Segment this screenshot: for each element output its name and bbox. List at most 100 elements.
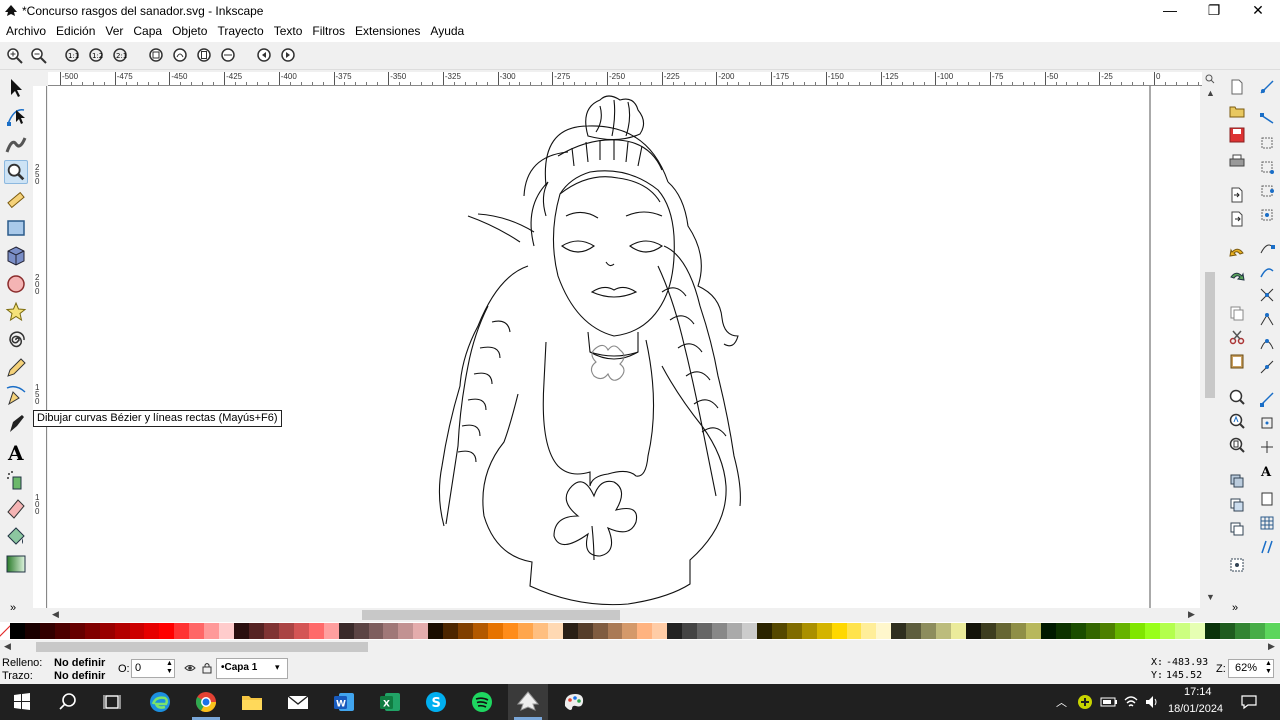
- vertical-scroll-thumb[interactable]: [1205, 272, 1215, 398]
- zoom-next-icon[interactable]: [280, 47, 298, 65]
- palette-swatch[interactable]: [906, 623, 922, 639]
- paste-icon[interactable]: [1228, 352, 1246, 370]
- palette-swatch[interactable]: [174, 623, 190, 639]
- palette-swatch[interactable]: [816, 623, 832, 639]
- palette-swatch[interactable]: [592, 623, 608, 639]
- palette-swatch[interactable]: [129, 623, 145, 639]
- snap-text-baseline-icon[interactable]: A: [1258, 462, 1276, 480]
- word-icon[interactable]: W: [330, 688, 358, 716]
- palette-swatch[interactable]: [727, 623, 742, 639]
- node-tool-icon[interactable]: [4, 104, 28, 128]
- palette-swatch[interactable]: [936, 623, 952, 639]
- eye-visibility-icon[interactable]: [184, 663, 196, 673]
- snap-rotation-center-icon[interactable]: [1258, 438, 1276, 456]
- close-button[interactable]: ✕: [1236, 0, 1280, 22]
- palette-swatch[interactable]: [473, 623, 488, 639]
- unlink-clone-icon[interactable]: [1228, 520, 1246, 538]
- zoom-2-1-icon[interactable]: 2:1: [112, 47, 130, 65]
- palette-swatch[interactable]: [741, 623, 757, 639]
- paint-app-icon[interactable]: [560, 688, 588, 716]
- stroke-value[interactable]: No definir: [54, 670, 105, 682]
- import-icon[interactable]: [1228, 186, 1246, 204]
- palette-swatch[interactable]: [24, 623, 40, 639]
- palette-swatch[interactable]: [1115, 623, 1131, 639]
- palette-swatch[interactable]: [607, 623, 623, 639]
- palette-swatch[interactable]: [10, 623, 25, 639]
- snap-object-midpoints-icon[interactable]: [1258, 414, 1276, 432]
- opacity-spinbox[interactable]: 0 ▲ ▼: [131, 659, 175, 678]
- tray-app-icon[interactable]: [1077, 694, 1093, 710]
- commands-overflow-icon[interactable]: »: [1232, 602, 1238, 614]
- palette-swatch[interactable]: [1025, 623, 1041, 639]
- palette-swatch[interactable]: [1010, 623, 1026, 639]
- palette-swatch[interactable]: [1070, 623, 1086, 639]
- snap-bbox-edges-icon[interactable]: [1258, 134, 1276, 152]
- menu-texto[interactable]: Texto: [270, 22, 307, 38]
- palette-swatch[interactable]: [1249, 623, 1265, 639]
- palette-swatch[interactable]: [921, 623, 937, 639]
- palette-swatch[interactable]: [189, 623, 205, 639]
- palette-swatch[interactable]: [547, 623, 563, 639]
- palette-swatch[interactable]: [69, 623, 85, 639]
- zoom-selection-icon[interactable]: [148, 47, 166, 65]
- palette-swatch[interactable]: [293, 623, 309, 639]
- palette-swatch[interactable]: [1160, 623, 1176, 639]
- open-file-icon[interactable]: [1228, 102, 1246, 120]
- lock-icon[interactable]: [202, 662, 212, 674]
- palette-swatch[interactable]: [114, 623, 130, 639]
- palette-swatch[interactable]: [398, 623, 414, 639]
- snap-bbox-corners-icon[interactable]: [1258, 158, 1276, 176]
- snap-page-border-icon[interactable]: [1258, 490, 1276, 508]
- palette-scroll-left-icon[interactable]: ◀: [4, 641, 11, 652]
- palette-swatch[interactable]: [1234, 623, 1250, 639]
- snap-bbox-midpoints-icon[interactable]: [1258, 182, 1276, 200]
- palette-swatch[interactable]: [263, 623, 279, 639]
- canvas-horizontal-scrollbar[interactable]: ◀ ▶: [48, 608, 1202, 622]
- zoom-1-2-icon[interactable]: 1:2: [88, 47, 106, 65]
- palette-swatch[interactable]: [667, 623, 683, 639]
- 3d-box-tool-icon[interactable]: [4, 244, 28, 268]
- menu-trayecto[interactable]: Trayecto: [213, 22, 267, 38]
- zoom-spinbox[interactable]: 62% ▲ ▼: [1228, 659, 1274, 678]
- palette-swatch[interactable]: [771, 623, 787, 639]
- select-original-icon[interactable]: [1228, 556, 1246, 574]
- chrome-browser-icon[interactable]: [192, 688, 220, 716]
- palette-swatch[interactable]: [1055, 623, 1071, 639]
- notifications-icon[interactable]: [1240, 694, 1258, 710]
- palette-swatch[interactable]: [458, 623, 474, 639]
- snap-cusp-nodes-icon[interactable]: [1258, 310, 1276, 328]
- zoom-page-icon[interactable]: [196, 47, 214, 65]
- star-tool-icon[interactable]: [4, 300, 28, 324]
- zoom-previous-icon[interactable]: [256, 47, 274, 65]
- text-tool-icon[interactable]: A: [4, 440, 28, 464]
- palette-swatch-none[interactable]: [0, 623, 10, 639]
- paint-bucket-tool-icon[interactable]: [4, 524, 28, 548]
- tweak-tool-icon[interactable]: [4, 132, 28, 156]
- palette-swatch[interactable]: [1085, 623, 1101, 639]
- palette-swatch[interactable]: [249, 623, 264, 639]
- palette-swatch[interactable]: [1040, 623, 1056, 639]
- menu-archivo[interactable]: Archivo: [2, 22, 50, 38]
- palette-swatch[interactable]: [368, 623, 384, 639]
- palette-swatch[interactable]: [84, 623, 100, 639]
- palette-swatch[interactable]: [234, 623, 249, 639]
- palette-swatch[interactable]: [278, 623, 294, 639]
- redo-icon[interactable]: [1228, 268, 1246, 286]
- copy-icon[interactable]: [1228, 304, 1246, 322]
- palette-swatch[interactable]: [517, 623, 533, 639]
- palette-swatch[interactable]: [502, 623, 518, 639]
- selector-tool-icon[interactable]: [4, 76, 28, 100]
- palette-swatch[interactable]: [1205, 623, 1220, 639]
- palette-swatch[interactable]: [1130, 623, 1146, 639]
- battery-icon[interactable]: [1100, 695, 1118, 709]
- palette-swatch[interactable]: [323, 623, 339, 639]
- horizontal-scroll-thumb[interactable]: [362, 610, 620, 620]
- task-view-icon[interactable]: [98, 688, 126, 716]
- palette-swatch[interactable]: [861, 623, 877, 639]
- clock-date[interactable]: 18/01/2024: [1168, 703, 1223, 715]
- scroll-right-arrow-icon[interactable]: ▶: [1188, 609, 1195, 620]
- palette-swatch[interactable]: [39, 623, 55, 639]
- palette-swatch[interactable]: [353, 623, 369, 639]
- scroll-left-arrow-icon[interactable]: ◀: [52, 609, 59, 620]
- palette-swatch[interactable]: [951, 623, 966, 639]
